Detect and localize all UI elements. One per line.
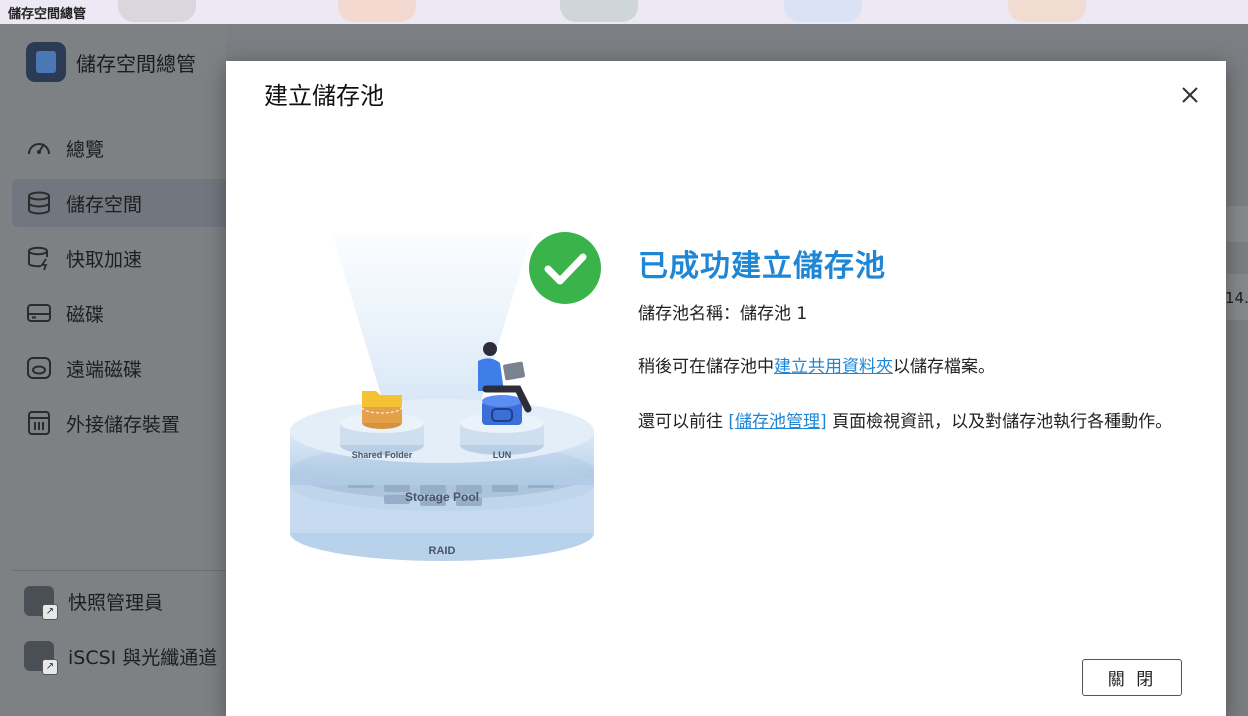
pool-management-link[interactable]: [儲存池管理] [728, 412, 826, 432]
raid-label: RAID [429, 545, 456, 557]
sidebar-item-label: 儲存空間 [66, 193, 143, 216]
sidebar-item-remote-disk[interactable]: 遠端磁碟 [12, 344, 226, 392]
background-app-icon [118, 0, 196, 22]
sidebar-item-label: 快取加速 [66, 248, 143, 271]
app-title: 儲存空間總管 [76, 51, 196, 76]
storage-manager-logo-icon [26, 42, 66, 82]
sidebar-item-disks[interactable]: 磁碟 [12, 289, 226, 337]
background-content-edge [1226, 24, 1248, 716]
window-title: 儲存空間總管 [8, 7, 87, 22]
sidebar-item-iscsi[interactable]: ↗ iSCSI 與光纖通道 [24, 641, 218, 675]
database-icon [26, 190, 52, 216]
window-titlebar: 儲存空間總管 [0, 0, 1248, 24]
hint-text: 還可以前往 [638, 412, 729, 432]
pool-management-hint: 還可以前往 [儲存池管理] 頁面檢視資訊，以及對儲存池執行各種動作。 [638, 407, 1172, 432]
lun-label: LUN [493, 450, 512, 460]
storage-pool-label: Storage Pool [405, 490, 479, 504]
cache-accelerate-icon [26, 245, 52, 271]
create-pool-success-dialog: 建立儲存池 Shared Folder LUN Storage Pool RAI… [226, 61, 1226, 716]
hint-text: 頁面檢視資訊，以及對儲存池執行各種動作。 [826, 412, 1173, 432]
pool-name-line: 儲存池名稱：儲存池 1 [638, 299, 807, 324]
create-shared-folder-hint: 稍後可在儲存池中建立共用資料夾以儲存檔案。 [638, 352, 995, 377]
remote-disk-icon [26, 355, 52, 381]
hint-text: 稍後可在儲存池中 [638, 357, 774, 377]
app-header: 儲存空間總管 [26, 42, 196, 82]
sidebar-item-label: 磁碟 [66, 303, 105, 326]
pool-name-value: 儲存池 1 [740, 304, 808, 324]
success-heading: 已成功建立儲存池 [638, 249, 886, 284]
hint-text: 以儲存檔案。 [893, 357, 995, 377]
dashboard-gauge-icon [26, 135, 52, 161]
sidebar-item-storage[interactable]: 儲存空間 [12, 179, 226, 227]
success-check-icon [529, 232, 601, 304]
sidebar-item-label: 外接儲存裝置 [66, 413, 181, 436]
sidebar-item-label: 總覽 [66, 138, 105, 161]
iscsi-fibre-channel-icon: ↗ [24, 641, 58, 675]
sidebar: 儲存空間總管 總覽 儲存空間 快取加速 磁碟 遠端磁碟 外接儲存裝置 ↗ 快照管… [0, 24, 226, 716]
close-button[interactable]: 關 閉 [1082, 659, 1182, 696]
sidebar-item-snapshot-manager[interactable]: ↗ 快照管理員 [24, 586, 164, 620]
sidebar-item-overview[interactable]: 總覽 [12, 124, 226, 172]
sidebar-item-external-storage[interactable]: 外接儲存裝置 [12, 399, 226, 447]
pool-name-label: 儲存池名稱： [638, 304, 740, 324]
background-app-icon [560, 0, 638, 22]
background-app-icon [338, 0, 416, 22]
close-icon[interactable] [1176, 81, 1204, 109]
sidebar-item-label: 遠端磁碟 [66, 358, 143, 381]
external-link-icon: ↗ [42, 659, 58, 675]
sidebar-item-label: iSCSI 與光纖通道 [68, 646, 218, 669]
dialog-title: 建立儲存池 [264, 82, 384, 110]
external-link-icon: ↗ [42, 604, 58, 620]
background-app-icon [1008, 0, 1086, 22]
external-storage-icon [26, 410, 52, 436]
sidebar-item-cache[interactable]: 快取加速 [12, 234, 226, 282]
disk-icon [26, 300, 52, 326]
create-shared-folder-link[interactable]: 建立共用資料夾 [774, 357, 893, 377]
background-app-icon [784, 0, 862, 22]
sidebar-item-label: 快照管理員 [68, 591, 164, 614]
sidebar-divider [12, 570, 226, 571]
background-value-text: 14. [1225, 289, 1248, 307]
snapshot-manager-icon: ↗ [24, 586, 58, 620]
shared-folder-label: Shared Folder [352, 450, 413, 460]
sidebar-nav: 總覽 儲存空間 快取加速 磁碟 遠端磁碟 外接儲存裝置 [12, 124, 226, 454]
background-row [1226, 206, 1248, 242]
